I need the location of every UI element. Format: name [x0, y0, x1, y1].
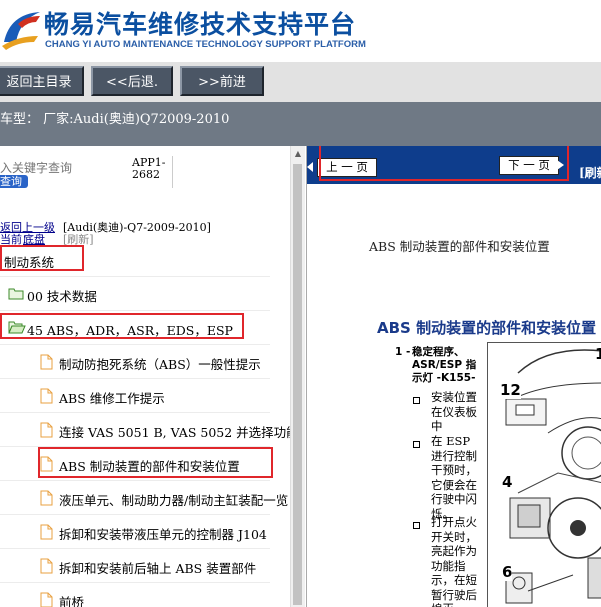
tree-item-doc[interactable]: 液压单元、制动助力器/制动主缸装配一览 [0, 481, 288, 515]
divider [172, 156, 173, 188]
scroll-up-arrow-icon[interactable]: ▲ [291, 148, 305, 160]
document-heading: ABS 制动装置的部件和安装位置 [369, 239, 550, 254]
back-to-main-button[interactable]: 返回主目录 [0, 66, 84, 96]
legend-bullet: 安装位置在仪表板中 [431, 390, 477, 433]
legend-number: 1 - [395, 346, 411, 358]
highlight-box [38, 447, 273, 478]
callout-label: 12 [500, 381, 521, 399]
document-title: ABS 制动装置的部件和安装位置 [377, 319, 597, 337]
tree-item-tech-data[interactable]: 00 技术数据 [0, 277, 270, 311]
site-title: 畅易汽车维修技术支持平台 [44, 10, 357, 39]
document-icon [40, 592, 53, 607]
vehicle-model-bar: 车型： 厂家:Audi(奥迪)Q72009-2010 [0, 102, 601, 146]
tree-item-label: 前桥 [59, 595, 85, 607]
tree-item-doc[interactable]: 连接 VAS 5051 B, VAS 5052 并选择功能 [0, 413, 290, 447]
refresh-link[interactable]: [刷新 [579, 164, 601, 181]
component-diagram: 1 12 4 6 [487, 342, 601, 607]
header: 畅易汽车维修技术支持平台 CHANG YI AUTO MAINTENANCE T… [0, 0, 601, 62]
callout-label: 1 [595, 345, 601, 363]
highlight-box [319, 146, 569, 181]
document-viewer: 上 一 页 下 一 页 [刷新 ABS 制动装置的部件和安装位置 ABS 制动装… [306, 146, 601, 607]
bullet-marker [413, 397, 420, 404]
document-icon [40, 490, 53, 506]
document-icon [40, 388, 53, 404]
app-code: APP1-2682 [132, 156, 166, 181]
forward-button[interactable]: >>前进 [180, 66, 264, 96]
tree-item-doc[interactable]: 拆卸和安装前后轴上 ABS 装置部件 [0, 549, 270, 583]
catalog-panel: 查询 APP1-2682 返回上一级 [Audi(奥迪)-Q7-2009-201… [0, 146, 290, 607]
tree-item-label: ABS 维修工作提示 [59, 391, 165, 406]
tree-item-label: 00 技术数据 [27, 289, 97, 304]
tree-item-doc[interactable]: 制动防抱死系统（ABS）一般性提示 [0, 345, 270, 379]
tree-item-label: 拆卸和安装前后轴上 ABS 装置部件 [59, 561, 257, 576]
folder-closed-icon [8, 288, 24, 300]
tree-item-label: 制动防抱死系统（ABS）一般性提示 [59, 357, 261, 372]
site-subtitle: CHANG YI AUTO MAINTENANCE TECHNOLOGY SUP… [45, 39, 366, 50]
back-button[interactable]: <<后退. [91, 66, 173, 96]
tree-item-label: 连接 VAS 5051 B, VAS 5052 并选择功能 [59, 425, 290, 440]
search-button[interactable]: 查询 [0, 175, 28, 188]
bullet-marker [413, 441, 420, 448]
document-icon [40, 558, 53, 574]
catalog-scrollbar[interactable]: ▲ [290, 146, 305, 607]
nav-bar: 返回主目录 <<后退. >>前进 [0, 62, 601, 102]
document-icon [40, 524, 53, 540]
changyi-logo-icon [2, 12, 40, 50]
legend-bullet: 在 ESP 进行控制干预时，它便会在行驶中闪烁。 [431, 434, 477, 521]
highlight-box [0, 313, 244, 339]
tree-item-doc[interactable]: 前桥 [0, 583, 270, 607]
legend-bullet: 打开点火开关时，亮起作为功能指示，在短暂行驶后熄灭。 [431, 515, 477, 607]
tree-item-label: 液压单元、制动助力器/制动主缸装配一览 [59, 493, 289, 508]
vehicle-model-text: 车型： 厂家:Audi(奥迪)Q72009-2010 [0, 112, 230, 127]
scroll-thumb[interactable] [293, 164, 302, 605]
highlight-box [0, 245, 84, 271]
tree-item-label: 拆卸和安装带液压单元的控制器 J104 [59, 527, 267, 542]
callout-label: 6 [502, 563, 513, 581]
tree-item-doc[interactable]: ABS 维修工作提示 [0, 379, 270, 413]
tree-item-doc[interactable]: 拆卸和安装带液压单元的控制器 J104 [0, 515, 270, 549]
legend-title: 稳定程序、ASR/ESP 指示灯 -K155- [412, 346, 477, 384]
document-icon [40, 422, 53, 438]
callout-label: 4 [502, 473, 513, 491]
left-arrow-icon [307, 162, 313, 172]
bullet-marker [413, 522, 420, 529]
document-icon [40, 354, 53, 370]
